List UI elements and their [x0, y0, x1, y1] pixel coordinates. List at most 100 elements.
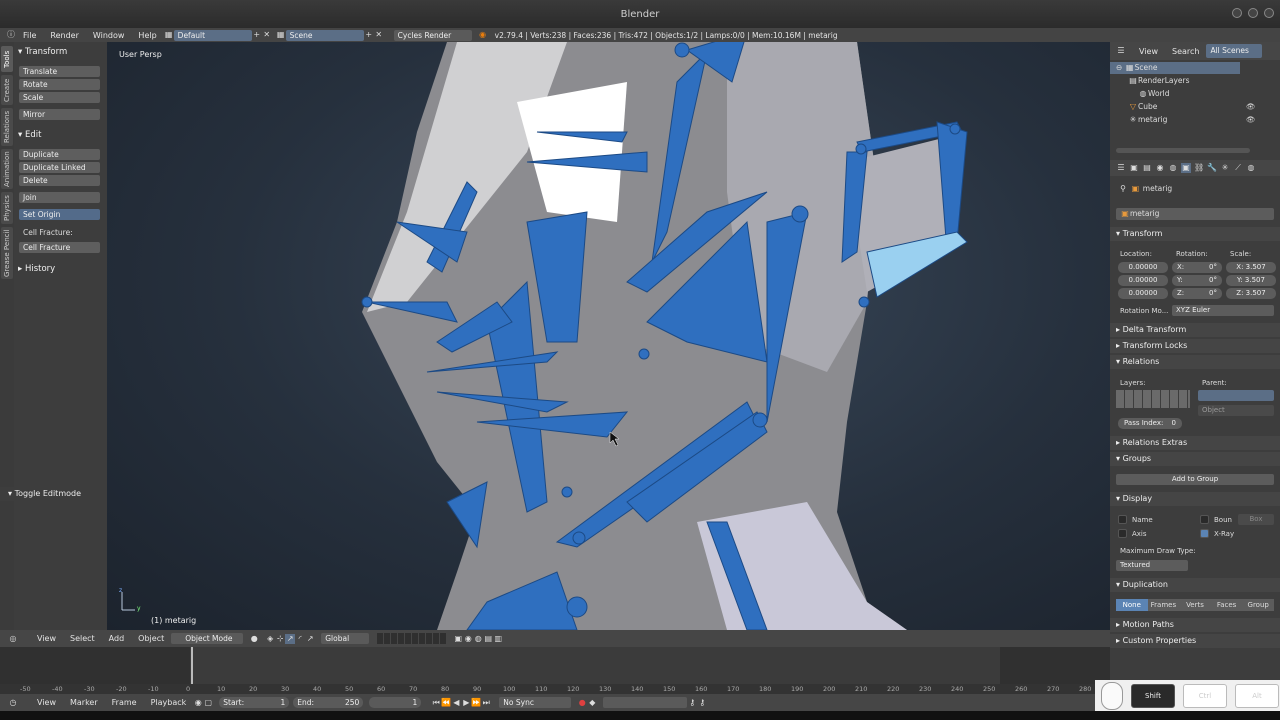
dup-faces-button[interactable]: Faces — [1210, 599, 1243, 611]
location-y-field[interactable]: 0.00000 — [1118, 275, 1168, 286]
editor-type-icon[interactable]: ◎ — [8, 634, 18, 644]
lock-icon[interactable]: ▢ — [203, 698, 213, 708]
add-scene-icon[interactable]: + — [364, 30, 374, 40]
delete-keyframe-icon[interactable]: ⚷ — [697, 698, 707, 708]
remove-layout-icon[interactable]: ✕ — [262, 30, 272, 40]
outliner-row-renderlayers[interactable]: ▤RenderLayers — [1128, 76, 1189, 86]
layers-grid[interactable] — [1116, 390, 1190, 408]
3d-viewport[interactable]: User Persp z y (1) metarig — [107, 42, 1110, 630]
remove-scene-icon[interactable]: ✕ — [374, 30, 384, 40]
next-key-icon[interactable]: ⏩ — [471, 698, 481, 708]
translate-button[interactable]: Translate — [19, 66, 100, 77]
layout-field[interactable]: Default — [173, 29, 252, 41]
scale-y-field[interactable]: Y: 3.507 — [1226, 275, 1276, 286]
timeline-frame-menu[interactable]: Frame — [105, 698, 144, 707]
scene-icon[interactable]: ▦ — [276, 30, 286, 40]
outliner-row-metarig[interactable]: ✳ metarig 👁 — [1128, 115, 1278, 125]
view-menu[interactable]: View — [30, 634, 63, 643]
xray-checkbox[interactable] — [1200, 529, 1209, 538]
add-menu[interactable]: Add — [102, 634, 132, 643]
custom-properties-header[interactable]: ▸ Custom Properties — [1110, 634, 1280, 648]
eye-icon[interactable]: 👁 — [1246, 115, 1256, 124]
world-tab-icon[interactable]: ◍ — [1168, 163, 1178, 173]
render-image-icon[interactable]: ▤ — [483, 634, 493, 644]
outliner-row-cube[interactable]: ▽ Cube 👁 — [1128, 102, 1278, 112]
pivot-icon[interactable]: ◈ — [265, 634, 275, 644]
tab-animation[interactable]: Animation — [1, 149, 13, 189]
translate-manipulator-icon[interactable]: ↗ — [285, 633, 296, 644]
add-to-group-button[interactable]: Add to Group — [1116, 474, 1274, 485]
eye-icon[interactable]: 👁 — [1246, 102, 1256, 111]
timeline-view-menu[interactable]: View — [30, 698, 63, 707]
outliner-view-menu[interactable]: View — [1132, 47, 1165, 56]
manipulator-icon[interactable]: ⊹ — [275, 634, 285, 644]
sync-select[interactable]: No Sync — [499, 697, 572, 708]
menu-help[interactable]: Help — [131, 31, 163, 40]
scale-manipulator-icon[interactable]: ↗ — [305, 634, 315, 644]
layer-grid[interactable] — [377, 633, 448, 644]
toggle-editmode-panel[interactable]: ▾ Toggle Editmode — [0, 487, 107, 501]
parent-type-select[interactable]: Object — [1198, 405, 1274, 416]
groups-header[interactable]: ▾ Groups — [1110, 452, 1280, 466]
max-draw-type-select[interactable]: Textured — [1116, 560, 1188, 571]
pin-icon[interactable]: ⚲ — [1118, 184, 1128, 194]
keying-icon[interactable]: ◉ — [193, 698, 203, 708]
constraints-tab-icon[interactable]: ⛓ — [1194, 163, 1204, 173]
delete-button[interactable]: Delete — [19, 175, 100, 186]
dup-frames-button[interactable]: Frames — [1147, 599, 1180, 611]
display-header[interactable]: ▾ Display — [1110, 492, 1280, 506]
edit-panel-header[interactable]: ▾ Edit — [18, 130, 41, 140]
bounds-checkbox[interactable] — [1200, 515, 1209, 524]
tab-relations[interactable]: Relations — [1, 108, 13, 146]
viewport-scene[interactable] — [107, 42, 1110, 630]
location-z-field[interactable]: 0.00000 — [1118, 288, 1168, 299]
duplicate-linked-button[interactable]: Duplicate Linked — [19, 162, 100, 173]
tab-tools[interactable]: Tools — [1, 46, 13, 72]
maximize-button[interactable] — [1248, 8, 1258, 18]
timeline-editor-icon[interactable]: ◷ — [8, 698, 18, 708]
info-editor-icon[interactable]: ⓘ — [6, 30, 16, 40]
menu-render[interactable]: Render — [43, 31, 85, 40]
play-reverse-icon[interactable]: ◀ — [451, 698, 461, 708]
proportional-icon[interactable]: ◍ — [473, 634, 483, 644]
outliner-scrollbar[interactable] — [1116, 148, 1250, 153]
timeline-area[interactable]: -50 -40 -30 -20 -10 0 10 20 30 40 50 60 … — [0, 647, 1110, 694]
transform-locks-header[interactable]: ▸ Transform Locks — [1110, 339, 1280, 353]
orientation-select[interactable]: Global — [321, 633, 370, 644]
transform-section-header[interactable]: ▾ Transform — [1110, 227, 1280, 241]
mirror-button[interactable]: Mirror — [19, 109, 100, 120]
outliner-search-menu[interactable]: Search — [1165, 47, 1206, 56]
shading-icon[interactable]: ● — [249, 634, 259, 644]
layers-tab-icon[interactable]: ▤ — [1142, 163, 1152, 173]
history-panel-header[interactable]: ▸ History — [18, 264, 55, 274]
rotation-y-field[interactable]: Y: 0° — [1172, 275, 1222, 286]
properties-tabs[interactable]: ☰ ▣ ▤ ◉ ◍ ▣ ⛓ 🔧 ✳ ⟋ ◍ — [1110, 160, 1280, 176]
dup-group-button[interactable]: Group — [1242, 599, 1274, 611]
dup-verts-button[interactable]: Verts — [1179, 599, 1211, 611]
current-frame-field[interactable]: 1 — [369, 697, 422, 708]
join-button[interactable]: Join — [19, 192, 100, 203]
start-frame-field[interactable]: Start: 1 — [219, 697, 290, 708]
record-icon[interactable]: ● — [577, 698, 587, 708]
render-anim-icon[interactable]: ▥ — [493, 634, 503, 644]
cell-fracture-button[interactable]: Cell Fracture — [19, 242, 100, 253]
axis-checkbox[interactable] — [1118, 529, 1127, 538]
tab-create[interactable]: Create — [1, 75, 13, 105]
insert-keyframe-icon[interactable]: ⚷ — [687, 698, 697, 708]
outliner-editor-icon[interactable]: ☰ — [1116, 46, 1126, 56]
location-x-field[interactable]: 0.00000 — [1118, 262, 1168, 273]
render-preview-icon[interactable]: ▣ — [453, 634, 463, 644]
properties-editor-icon[interactable]: ☰ — [1116, 163, 1126, 173]
timeline-marker-menu[interactable]: Marker — [63, 698, 105, 707]
menu-window[interactable]: Window — [86, 31, 132, 40]
relations-extras-header[interactable]: ▸ Relations Extras — [1110, 436, 1280, 450]
rotation-x-field[interactable]: X: 0° — [1172, 262, 1222, 273]
parent-field[interactable] — [1198, 390, 1274, 401]
data-tab-icon[interactable]: ✳ — [1220, 163, 1230, 173]
object-name-field[interactable]: ▣metarig — [1116, 208, 1274, 220]
layout-grid-icon[interactable]: ▦ — [164, 30, 174, 40]
play-icon[interactable]: ▶ — [461, 698, 471, 708]
rotation-mode-select[interactable]: XYZ Euler — [1172, 305, 1274, 316]
end-frame-field[interactable]: End: 250 — [293, 697, 364, 708]
rotation-z-field[interactable]: Z: 0° — [1172, 288, 1222, 299]
